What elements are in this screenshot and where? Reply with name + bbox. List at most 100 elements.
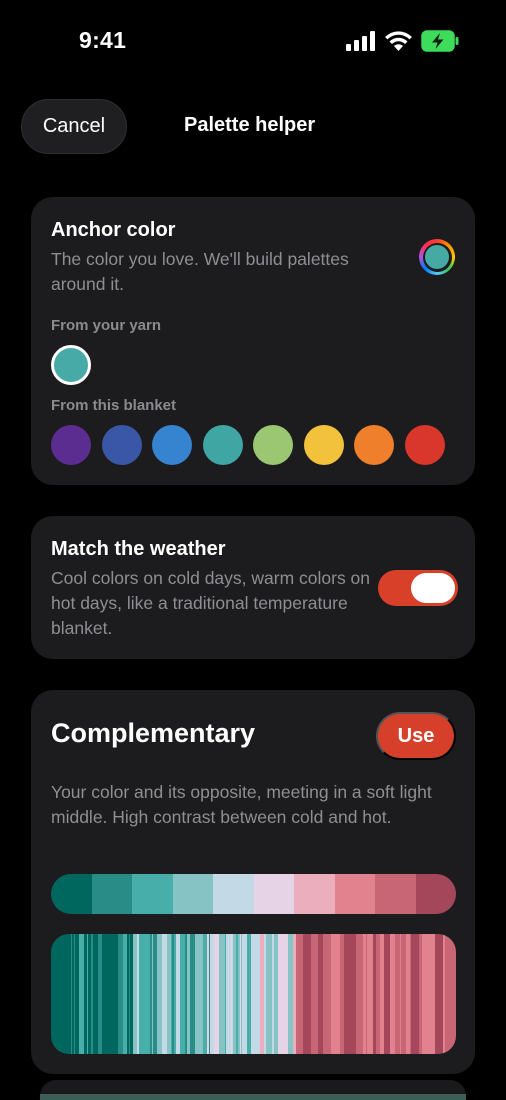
blanket-row-stripe — [98, 934, 101, 1054]
blanket-row-stripe — [266, 934, 272, 1054]
cellular-signal-icon — [346, 31, 375, 51]
color-picker-ring — [422, 242, 452, 272]
blanket-row-stripe — [93, 934, 99, 1054]
palette-strip — [51, 874, 456, 914]
blanket-row-stripe — [64, 934, 68, 1054]
blanket-row-stripe — [219, 934, 225, 1054]
blanket-row-stripe — [127, 934, 130, 1054]
blanket-row-stripe — [118, 934, 121, 1054]
blanket-row-stripe — [454, 934, 456, 1054]
blanket-row-stripe — [340, 934, 345, 1054]
blanket-row-stripe — [311, 934, 319, 1054]
blanket-row-stripe — [130, 934, 134, 1054]
blanket-row-stripe — [153, 934, 158, 1054]
blanket-color-swatch[interactable] — [354, 425, 394, 465]
blanket-row-stripe — [185, 934, 188, 1054]
blanket-row-stripe — [137, 934, 140, 1054]
wifi-icon — [385, 31, 412, 51]
blanket-row-stripe — [285, 934, 289, 1054]
status-bar: 9:41 — [0, 0, 506, 84]
blanket-row-stripe — [150, 934, 153, 1054]
use-button[interactable]: Use — [376, 712, 456, 760]
blanket-row-stripe — [318, 934, 324, 1054]
blanket-row-stripe — [422, 934, 430, 1054]
blanket-row-stripe — [139, 934, 143, 1054]
blanket-row-stripe — [288, 934, 294, 1054]
blanket-row-stripe — [395, 934, 401, 1054]
next-card-peek — [40, 1080, 466, 1100]
blanket-color-swatch[interactable] — [152, 425, 192, 465]
blanket-row-stripe — [349, 934, 357, 1054]
blanket-row-stripe — [133, 934, 138, 1054]
battery-charging-icon — [421, 30, 459, 52]
blanket-row-stripe — [51, 934, 55, 1054]
blanket-row-stripe — [102, 934, 107, 1054]
anchor-color-description: The color you love. We'll build palettes… — [51, 249, 349, 294]
anchor-color-card: Anchor color The color you love. We'll b… — [31, 197, 475, 485]
page-title: Palette helper — [184, 114, 316, 136]
cancel-button[interactable]: Cancel — [21, 99, 127, 154]
status-time: 9:41 — [79, 27, 127, 53]
blanket-row-stripe — [59, 934, 65, 1054]
blanket-row-stripe — [443, 934, 446, 1054]
blanket-row-stripe — [278, 934, 281, 1054]
blanket-row-stripe — [174, 934, 177, 1054]
blanket-row-stripe — [323, 934, 332, 1054]
blanket-row-stripe — [373, 934, 377, 1054]
blanket-row-stripe — [363, 934, 366, 1054]
blanket-row-stripe — [439, 934, 444, 1054]
blanket-row-stripe — [247, 934, 252, 1054]
blanket-row-stripe — [264, 934, 267, 1054]
blanket-row-stripe — [296, 934, 304, 1054]
blanket-row-stripe — [367, 934, 374, 1054]
blanket-row-stripe — [214, 934, 220, 1054]
selected-color-dot — [425, 245, 449, 269]
match-weather-title: Match the weather — [51, 538, 226, 560]
blanket-color-swatch[interactable] — [253, 425, 293, 465]
complementary-palette-card: Complementary Use Your color and its opp… — [31, 690, 475, 1074]
blanket-row-stripe — [390, 934, 396, 1054]
palette-segment — [334, 874, 375, 914]
blanket-row-stripe — [172, 934, 175, 1054]
blanket-row-stripe — [88, 934, 92, 1054]
blanket-row-stripe — [293, 934, 297, 1054]
blanket-row-stripe — [406, 934, 411, 1054]
blanket-row-stripe — [56, 934, 60, 1054]
blanket-row-stripe — [244, 934, 248, 1054]
blanket-color-swatch[interactable] — [202, 425, 243, 465]
blanket-row-stripe — [361, 934, 364, 1054]
blanket-color-swatch[interactable] — [51, 425, 91, 465]
blanket-row-stripe — [255, 934, 261, 1054]
blanket-row-stripe — [401, 934, 407, 1054]
blanket-row-stripe — [123, 934, 128, 1054]
anchor-color-title: Anchor color — [51, 219, 176, 241]
blanket-row-stripe — [251, 934, 256, 1054]
status-icons — [346, 30, 459, 52]
blanket-row-stripe — [113, 934, 119, 1054]
blanket-row-stripe — [203, 934, 208, 1054]
blanket-row-stripe — [419, 934, 423, 1054]
yarn-color-swatch[interactable] — [51, 345, 91, 385]
blanket-row-stripe — [384, 934, 391, 1054]
match-weather-toggle[interactable] — [378, 570, 458, 606]
blanket-row-stripe — [200, 934, 204, 1054]
blanket-row-stripe — [280, 934, 286, 1054]
blanket-row-stripe — [187, 934, 191, 1054]
blanket-row-stripe — [236, 934, 239, 1054]
blanket-row-stripe — [120, 934, 124, 1054]
blanket-row-stripe — [435, 934, 440, 1054]
blanket-row-stripe — [380, 934, 385, 1054]
palette-segment — [375, 874, 416, 914]
blanket-row-stripe — [356, 934, 362, 1054]
blanket-row-stripe — [260, 934, 265, 1054]
blanket-color-swatch[interactable] — [404, 425, 445, 465]
blanket-color-swatch[interactable] — [303, 425, 344, 465]
blanket-color-swatch[interactable] — [101, 425, 142, 465]
blanket-row-stripe — [233, 934, 237, 1054]
blanket-row-stripe — [176, 934, 181, 1054]
color-picker-icon[interactable] — [419, 239, 455, 275]
palette-segment — [91, 874, 132, 914]
blanket-row-stripe — [167, 934, 172, 1054]
blanket-row-stripe — [162, 934, 168, 1054]
blanket-row-stripe — [147, 934, 151, 1054]
